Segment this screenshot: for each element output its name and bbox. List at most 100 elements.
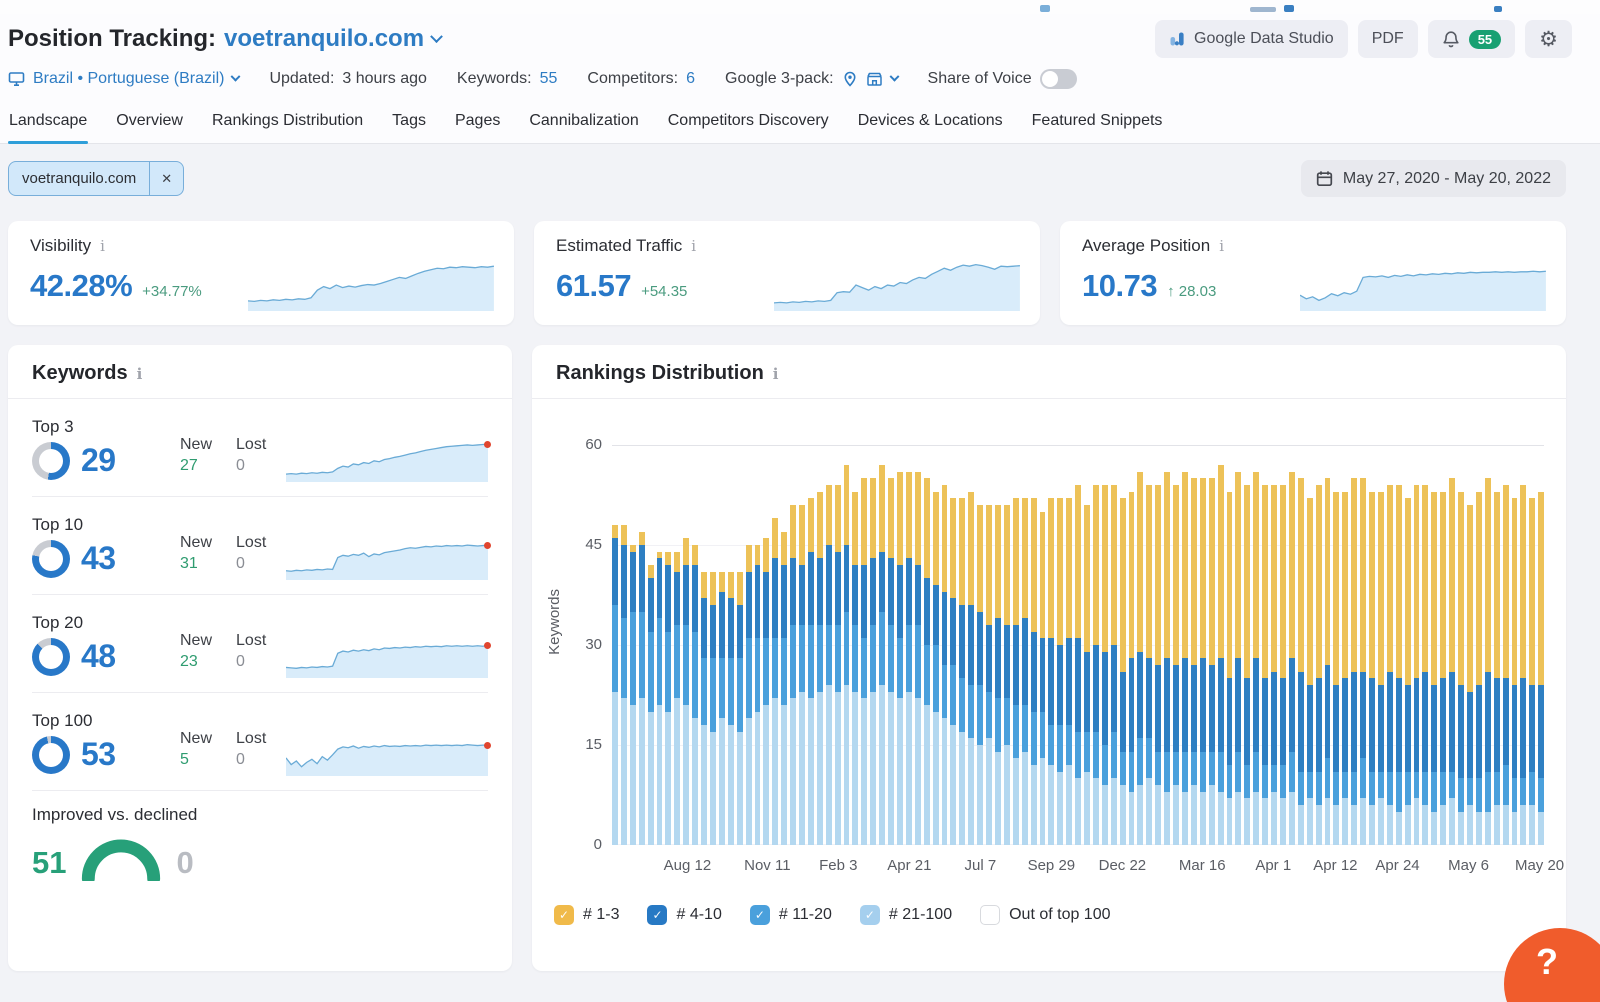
stacked-bar[interactable] <box>1040 445 1046 845</box>
google-data-studio-button[interactable]: Google Data Studio <box>1155 20 1348 58</box>
stacked-bar[interactable] <box>657 445 663 845</box>
date-range-picker[interactable]: May 27, 2020 - May 20, 2022 <box>1301 160 1566 197</box>
info-icon[interactable]: i <box>137 365 143 383</box>
stacked-bar[interactable] <box>772 445 778 845</box>
stacked-bar[interactable] <box>1378 445 1384 845</box>
stacked-bar[interactable] <box>1173 445 1179 845</box>
stacked-bar[interactable] <box>781 445 787 845</box>
notifications-button[interactable]: 55 <box>1428 20 1515 58</box>
stacked-bar[interactable] <box>995 445 1001 845</box>
stacked-bar[interactable] <box>933 445 939 845</box>
stacked-bar[interactable] <box>710 445 716 845</box>
domain-filter-chip[interactable]: voetranquilo.com ✕ <box>8 161 184 196</box>
stacked-bar[interactable] <box>683 445 689 845</box>
tab-pages[interactable]: Pages <box>454 103 501 143</box>
stacked-bar[interactable] <box>1440 445 1446 845</box>
stacked-bar[interactable] <box>1031 445 1037 845</box>
stacked-bar[interactable] <box>1289 445 1295 845</box>
legend-item--11-20[interactable]: ✓# 11-20 <box>750 905 832 925</box>
stacked-bar[interactable] <box>1066 445 1072 845</box>
tab-cannibalization[interactable]: Cannibalization <box>528 103 639 143</box>
stacked-bar[interactable] <box>817 445 823 845</box>
stacked-bar[interactable] <box>1004 445 1010 845</box>
stacked-bar[interactable] <box>639 445 645 845</box>
tab-overview[interactable]: Overview <box>115 103 184 143</box>
chevron-down-icon[interactable] <box>430 30 443 43</box>
stacked-bar[interactable] <box>1396 445 1402 845</box>
legend-item--21-100[interactable]: ✓# 21-100 <box>860 905 952 925</box>
stacked-bar[interactable] <box>1467 445 1473 845</box>
stacked-bar[interactable] <box>1120 445 1126 845</box>
stacked-bar[interactable] <box>1218 445 1224 845</box>
stacked-bar[interactable] <box>1280 445 1286 845</box>
close-icon[interactable]: ✕ <box>149 162 183 195</box>
info-icon[interactable]: i <box>773 365 779 383</box>
stacked-bar[interactable] <box>1209 445 1215 845</box>
stacked-bar[interactable] <box>915 445 921 845</box>
stacked-bar[interactable] <box>612 445 618 845</box>
info-icon[interactable]: i <box>1219 237 1224 255</box>
stacked-bar[interactable] <box>897 445 903 845</box>
stacked-bar[interactable] <box>1325 445 1331 845</box>
project-domain-dropdown[interactable]: voetranquilo.com <box>224 25 424 53</box>
stacked-bar[interactable] <box>719 445 725 845</box>
stacked-bar[interactable] <box>728 445 734 845</box>
stacked-bar[interactable] <box>1022 445 1028 845</box>
stacked-bar[interactable] <box>621 445 627 845</box>
stacked-bar[interactable] <box>1253 445 1259 845</box>
stacked-bar[interactable] <box>1414 445 1420 845</box>
stacked-bar-plot[interactable] <box>612 445 1544 845</box>
stacked-bar[interactable] <box>1235 445 1241 845</box>
stacked-bar[interactable] <box>1458 445 1464 845</box>
stacked-bar[interactable] <box>977 445 983 845</box>
stacked-bar[interactable] <box>1342 445 1348 845</box>
keywords-count-value[interactable]: 55 <box>540 70 558 88</box>
stacked-bar[interactable] <box>924 445 930 845</box>
stacked-bar[interactable] <box>968 445 974 845</box>
stacked-bar[interactable] <box>1369 445 1375 845</box>
stacked-bar[interactable] <box>1200 445 1206 845</box>
stacked-bar[interactable] <box>950 445 956 845</box>
stacked-bar[interactable] <box>852 445 858 845</box>
stacked-bar[interactable] <box>1084 445 1090 845</box>
stacked-bar[interactable] <box>790 445 796 845</box>
tab-tags[interactable]: Tags <box>391 103 427 143</box>
stacked-bar[interactable] <box>692 445 698 845</box>
legend-item--4-10[interactable]: ✓# 4-10 <box>647 905 721 925</box>
stacked-bar[interactable] <box>746 445 752 845</box>
stacked-bar[interactable] <box>674 445 680 845</box>
stacked-bar[interactable] <box>701 445 707 845</box>
stacked-bar[interactable] <box>1155 445 1161 845</box>
stacked-bar[interactable] <box>665 445 671 845</box>
info-icon[interactable]: i <box>691 237 696 255</box>
stacked-bar[interactable] <box>1048 445 1054 845</box>
stacked-bar[interactable] <box>1476 445 1482 845</box>
stacked-bar[interactable] <box>1538 445 1544 845</box>
stacked-bar[interactable] <box>1075 445 1081 845</box>
stacked-bar[interactable] <box>1529 445 1535 845</box>
stacked-bar[interactable] <box>648 445 654 845</box>
stacked-bar[interactable] <box>1271 445 1277 845</box>
stacked-bar[interactable] <box>1146 445 1152 845</box>
legend-item-out-of-top-100[interactable]: Out of top 100 <box>980 905 1110 925</box>
stacked-bar[interactable] <box>870 445 876 845</box>
stacked-bar[interactable] <box>1102 445 1108 845</box>
stacked-bar[interactable] <box>986 445 992 845</box>
stacked-bar[interactable] <box>763 445 769 845</box>
stacked-bar[interactable] <box>959 445 965 845</box>
stacked-bar[interactable] <box>1057 445 1063 845</box>
share-of-voice-toggle[interactable] <box>1040 69 1077 89</box>
stacked-bar[interactable] <box>1137 445 1143 845</box>
tab-landscape[interactable]: Landscape <box>8 103 88 143</box>
stacked-bar[interactable] <box>1298 445 1304 845</box>
stacked-bar[interactable] <box>1093 445 1099 845</box>
stacked-bar[interactable] <box>879 445 885 845</box>
pdf-button[interactable]: PDF <box>1358 20 1418 58</box>
stacked-bar[interactable] <box>1494 445 1500 845</box>
stacked-bar[interactable] <box>1503 445 1509 845</box>
stacked-bar[interactable] <box>1387 445 1393 845</box>
stacked-bar[interactable] <box>1111 445 1117 845</box>
legend-item--1-3[interactable]: ✓# 1-3 <box>554 905 619 925</box>
stacked-bar[interactable] <box>1307 445 1313 845</box>
stacked-bar[interactable] <box>826 445 832 845</box>
